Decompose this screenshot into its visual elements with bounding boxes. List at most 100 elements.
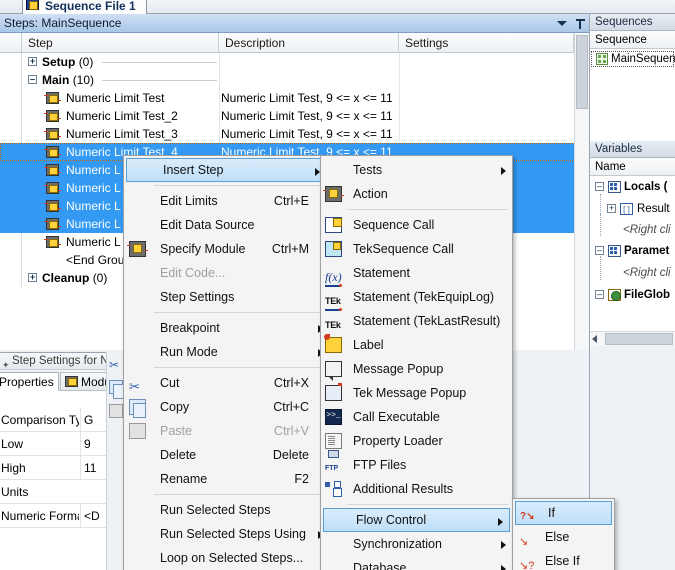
tree-row-result[interactable]: + [ ] Result bbox=[590, 194, 675, 220]
property-row[interactable]: Units bbox=[0, 480, 106, 504]
property-row[interactable]: High 11 bbox=[0, 456, 106, 480]
cut-icon[interactable]: ✂ bbox=[109, 358, 123, 372]
menu-item-step-settings[interactable]: Step Settings bbox=[124, 285, 329, 309]
steps-vertical-scrollbar[interactable] bbox=[574, 34, 589, 350]
menu-item-database[interactable]: Database bbox=[321, 556, 512, 570]
flow-control-submenu: ?↘ If ↘ Else ↘? Else If bbox=[512, 498, 615, 570]
menu-item-paste: Paste Ctrl+V bbox=[124, 419, 329, 443]
expander-icon-setup[interactable]: + bbox=[28, 57, 37, 66]
scrollbar-thumb[interactable] bbox=[576, 35, 588, 109]
menu-item-label: Breakpoint bbox=[160, 321, 220, 335]
menu-item-breakpoint[interactable]: Breakpoint bbox=[124, 316, 329, 340]
menu-item-tests[interactable]: Tests bbox=[321, 158, 512, 182]
menu-item-property-loader[interactable]: Property Loader bbox=[321, 429, 512, 453]
menu-item-call-executable[interactable]: >>_ Call Executable bbox=[321, 405, 512, 429]
variables-horizontal-scrollbar[interactable] bbox=[590, 331, 675, 346]
menu-item-synchronization[interactable]: Synchronization bbox=[321, 532, 512, 556]
step-description: Numeric Limit Test, 9 <= x <= 11 bbox=[221, 91, 393, 105]
copy-icon[interactable] bbox=[109, 380, 126, 399]
expander-icon-main[interactable]: – bbox=[28, 75, 37, 84]
menu-item-copy[interactable]: Copy Ctrl+C bbox=[124, 395, 329, 419]
tree-row-locals[interactable]: – Locals ( bbox=[590, 176, 675, 198]
menu-item-label: Call Executable bbox=[353, 410, 440, 424]
tree-row-locals-hint[interactable]: <Right cli bbox=[590, 214, 675, 240]
menu-item-loop-on-selected-steps[interactable]: Loop on Selected Steps... bbox=[124, 546, 329, 570]
cut-icon: ✂ bbox=[129, 379, 140, 394]
table-row[interactable]: Numeric Limit Test_2 Numeric Limit Test,… bbox=[0, 107, 589, 125]
tree-row-parameters[interactable]: – Paramet bbox=[590, 240, 675, 262]
menu-item-rename[interactable]: Rename F2 bbox=[124, 467, 329, 491]
message-popup-icon bbox=[325, 361, 342, 381]
sequences-column-header[interactable]: Sequence bbox=[590, 31, 675, 49]
tree-row-fileglobals[interactable]: – FileGlob bbox=[590, 284, 675, 306]
menu-item-else[interactable]: ↘ Else bbox=[513, 525, 614, 549]
menu-item-run-selected-steps[interactable]: Run Selected Steps bbox=[124, 498, 329, 522]
property-loader-icon bbox=[325, 433, 342, 449]
menu-item-run-mode[interactable]: Run Mode bbox=[124, 340, 329, 364]
sequence-label: MainSequen bbox=[611, 53, 675, 65]
menu-item-statement[interactable]: f(x) Statement bbox=[321, 261, 512, 285]
menu-item-ftp-files[interactable]: FTP FTP Files bbox=[321, 450, 512, 477]
expander-icon-parameters[interactable]: – bbox=[595, 246, 604, 255]
menu-item-if[interactable]: ?↘ If bbox=[515, 501, 612, 525]
expander-icon-locals[interactable]: – bbox=[595, 182, 604, 191]
menu-item-label: Copy bbox=[160, 400, 190, 414]
menu-item-run-selected-steps-using[interactable]: Run Selected Steps Using bbox=[124, 522, 329, 546]
variables-column-label: Name bbox=[595, 161, 626, 173]
menu-item-edit-limits[interactable]: Edit Limits Ctrl+E bbox=[124, 189, 329, 213]
table-row[interactable]: – Main (10) bbox=[0, 71, 589, 89]
tab-properties[interactable]: Properties bbox=[0, 372, 59, 391]
property-row[interactable]: Comparison Type G bbox=[0, 408, 106, 432]
expander-icon-fileglobals[interactable]: – bbox=[595, 290, 604, 299]
group-count-setup: (0) bbox=[78, 55, 94, 69]
property-row[interactable]: Low 9 bbox=[0, 432, 106, 456]
menu-item-flow-control[interactable]: Flow Control bbox=[323, 508, 510, 532]
menu-item-message-popup[interactable]: Message Popup bbox=[321, 357, 512, 381]
menu-item-else-if[interactable]: ↘? Else If bbox=[513, 549, 614, 570]
tree-row-parameters-hint[interactable]: <Right cli bbox=[590, 256, 675, 284]
column-header-step[interactable]: Step bbox=[22, 33, 219, 53]
chevron-right-icon bbox=[501, 565, 506, 570]
property-name: Units bbox=[1, 485, 29, 499]
table-row[interactable]: Numeric Limit Test_3 Numeric Limit Test,… bbox=[0, 125, 589, 143]
scrollbar-thumb[interactable] bbox=[605, 333, 673, 345]
menu-item-cut[interactable]: ✂ Cut Ctrl+X bbox=[124, 371, 329, 395]
property-value[interactable]: G bbox=[80, 408, 106, 432]
list-item-mainsequence[interactable]: MainSequen bbox=[590, 50, 675, 68]
menu-item-action[interactable]: Action bbox=[321, 182, 512, 206]
menu-item-teksequence-call[interactable]: TekSequence Call bbox=[321, 237, 512, 261]
menu-item-label-step[interactable]: Label bbox=[321, 333, 512, 357]
tree-hint-parameters: <Right cli bbox=[623, 267, 671, 279]
expander-icon-result[interactable]: + bbox=[607, 204, 616, 213]
chevron-down-icon[interactable] bbox=[557, 21, 567, 26]
steps-grid-header: Step Description Settings bbox=[0, 33, 589, 53]
settings-glyph-icon: ✦ bbox=[2, 360, 10, 370]
menu-item-edit-data-source[interactable]: Edit Data Source bbox=[124, 213, 329, 237]
menu-item-accel: Ctrl+X bbox=[273, 376, 309, 390]
column-header-description[interactable]: Description bbox=[219, 33, 399, 53]
menu-item-delete[interactable]: Delete Delete bbox=[124, 443, 329, 467]
menu-item-tek-message-popup[interactable]: Tek Message Popup bbox=[321, 381, 512, 405]
menu-item-label: Edit Code... bbox=[160, 266, 226, 280]
menu-item-specify-module[interactable]: Specify Module Ctrl+M bbox=[124, 237, 329, 261]
variables-column-header[interactable]: Name bbox=[590, 158, 675, 176]
property-row[interactable]: Numeric Format <D bbox=[0, 504, 106, 528]
scroll-left-arrow-icon[interactable] bbox=[592, 335, 597, 343]
table-row[interactable]: + Setup (0) bbox=[0, 53, 589, 71]
table-row[interactable]: Numeric Limit Test Numeric Limit Test, 9… bbox=[0, 89, 589, 107]
pin-icon[interactable] bbox=[576, 18, 585, 29]
menu-item-insert-step[interactable]: Insert Step bbox=[126, 158, 327, 182]
menu-item-sequence-call[interactable]: Sequence Call bbox=[321, 213, 512, 237]
menu-item-additional-results[interactable]: Additional Results bbox=[321, 477, 512, 501]
property-value[interactable]: 9 bbox=[80, 432, 106, 456]
column-header-settings[interactable]: Settings bbox=[399, 33, 574, 53]
menu-item-statement-teklastresult[interactable]: TEk Statement (TekLastResult) bbox=[321, 308, 512, 333]
menu-item-accel: Ctrl+C bbox=[273, 400, 309, 414]
paste-icon[interactable] bbox=[109, 404, 123, 418]
expander-icon-cleanup[interactable]: + bbox=[28, 273, 37, 282]
property-value[interactable]: <D bbox=[80, 504, 106, 528]
steps-pane-title: Steps: MainSequence bbox=[4, 16, 122, 30]
menu-item-statement-tekequiplog[interactable]: TEk Statement (TekEquipLog) bbox=[321, 284, 512, 309]
property-value[interactable]: 11 bbox=[80, 456, 106, 480]
tab-sequence-file-1[interactable]: Sequence File 1 bbox=[22, 0, 147, 14]
